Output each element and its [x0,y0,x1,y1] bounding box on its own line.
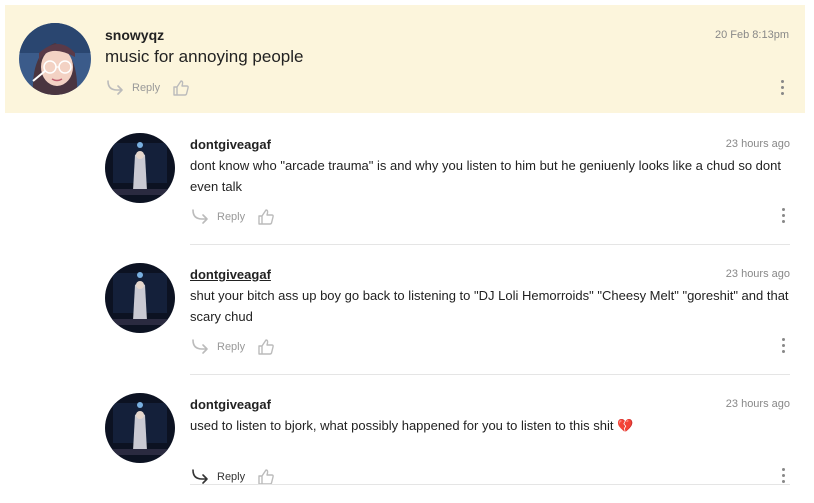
thumbs-up-icon[interactable] [257,208,275,226]
comment-text: music for annoying people [105,47,304,66]
comment-author[interactable]: dontgiveagaf [190,137,271,152]
reply-button[interactable]: Reply [217,211,245,223]
reply-arrow-icon[interactable] [190,338,210,356]
comment-author[interactable]: snowyqz [105,27,164,43]
comment-actions: Reply [190,337,275,357]
more-options-icon[interactable] [780,468,786,484]
reply-button[interactable]: Reply [132,82,160,94]
thumbs-up-icon[interactable] [172,79,190,97]
reply-button[interactable]: Reply [217,341,245,353]
comment-text: used to listen to bjork, what possibly h… [190,415,790,436]
more-options-icon[interactable] [780,208,786,224]
comment-timestamp: 23 hours ago [725,268,790,280]
divider [190,484,790,485]
reply-button[interactable]: Reply [217,471,245,483]
more-options-icon[interactable] [780,338,786,354]
avatar[interactable] [105,263,175,333]
comment-timestamp: 23 hours ago [725,138,790,150]
thumbs-up-icon[interactable] [257,338,275,356]
more-options-icon[interactable] [779,80,785,96]
reply-comment: dontgiveagaf 23 hours ago shut your bitc… [105,243,795,373]
reply-comment: dontgiveagaf 23 hours ago dont know who … [105,113,795,243]
comment-text: dont know who "arcade trauma" is and why… [190,158,781,194]
comment-thread: snowyqz 20 Feb 8:13pm music for annoying… [0,0,814,493]
reply-arrow-icon[interactable] [190,208,210,226]
comment-text-content: used to listen to bjork, what possibly h… [190,418,614,433]
comment-actions: Reply [190,207,275,227]
comment-author[interactable]: dontgiveagaf [190,397,271,412]
avatar[interactable] [105,393,175,463]
reply-arrow-icon[interactable] [105,79,125,97]
highlighted-comment: snowyqz 20 Feb 8:13pm music for annoying… [5,5,805,113]
comment-timestamp: 20 Feb 8:13pm [715,29,789,41]
comment-text: shut your bitch ass up boy go back to li… [190,288,789,324]
comment-author[interactable]: dontgiveagaf [190,267,271,282]
comment-timestamp: 23 hours ago [725,398,790,410]
comment-actions: Reply [105,78,190,98]
avatar[interactable] [105,133,175,203]
avatar[interactable] [19,23,91,95]
broken-heart-emoji: 💔 [617,418,634,433]
